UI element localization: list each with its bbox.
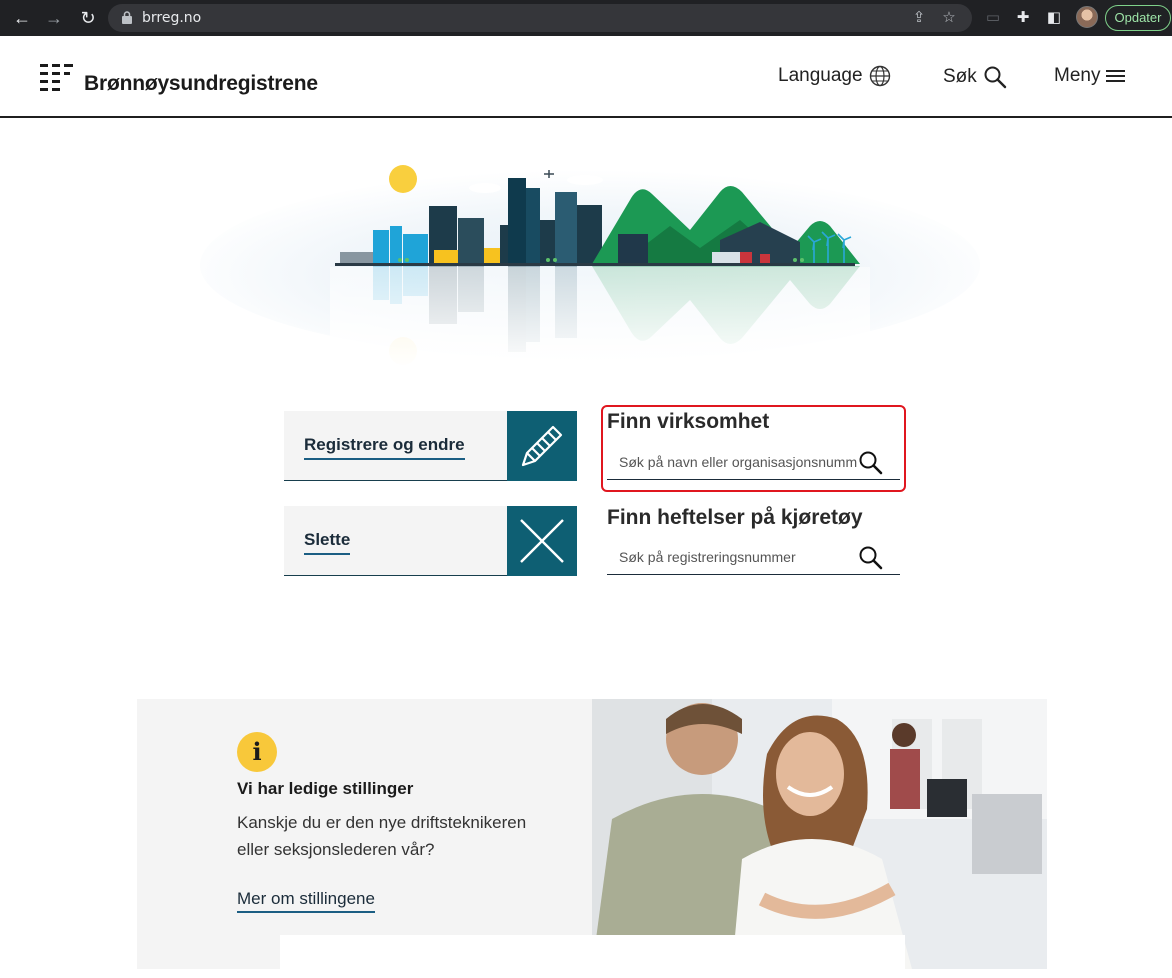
extension-icon[interactable]: ▭ (982, 7, 1004, 29)
jobs-body: Kanskje du er den nye driftsteknikeren e… (237, 813, 527, 859)
jobs-section: i Vi har ledige stillinger Kanskje du er… (137, 699, 1047, 969)
brreg-logo-icon[interactable] (40, 64, 74, 92)
sun-shape (389, 165, 417, 193)
more-about-jobs-link[interactable]: Mer om stillingene (237, 889, 375, 913)
delete-tile[interactable] (507, 506, 577, 576)
delete-link[interactable]: Slette (304, 530, 351, 555)
find-vehicle-liens-field (607, 541, 900, 575)
menu-button[interactable]: Meny (1054, 65, 1126, 87)
find-vehicle-liens-input[interactable] (607, 541, 857, 573)
side-panel-icon[interactable]: ◧ (1043, 7, 1065, 29)
jobs-panel: i Vi har ledige stillinger Kanskje du er… (137, 699, 593, 969)
site-header: Brønnøysundregistrene Language Søk Meny (0, 36, 1172, 118)
browser-toolbar: ← → ↻ brreg.no ⇪ ☆ ▭ ✚ ◧ Opdater (0, 0, 1172, 36)
globe-icon (869, 65, 890, 87)
share-icon[interactable]: ⇪ (910, 9, 928, 27)
back-arrow-icon[interactable]: ← (10, 6, 34, 30)
close-x-icon (520, 519, 564, 563)
address-bar[interactable]: brreg.no ⇪ ☆ (108, 4, 972, 32)
update-button[interactable]: Opdater (1105, 5, 1171, 31)
find-business-highlight (601, 405, 906, 492)
site-logo-text[interactable]: Brønnøysundregistrene (84, 72, 318, 96)
puzzle-icon[interactable]: ✚ (1012, 7, 1034, 29)
menu-label: Meny (1054, 65, 1101, 86)
search-icon (984, 66, 1006, 89)
register-and-change-link[interactable]: Registrere og endre (304, 435, 465, 460)
find-vehicle-liens-search-icon[interactable] (858, 545, 884, 571)
pencil-icon (521, 425, 563, 467)
hero-cityscape-illustration (200, 165, 980, 370)
header-search-button[interactable]: Søk (943, 65, 1007, 89)
register-and-change-card[interactable]: Registrere og endre (284, 411, 577, 481)
find-vehicle-liens-title: Finn heftelser på kjøretøy (607, 506, 863, 529)
content-card-top (280, 935, 905, 978)
forward-arrow-icon[interactable]: → (42, 6, 66, 30)
hamburger-menu-icon (1106, 70, 1126, 82)
bookmark-star-icon[interactable]: ☆ (940, 9, 958, 27)
search-label: Søk (943, 66, 977, 87)
lock-icon (122, 11, 132, 24)
office-people-photo (592, 699, 1047, 969)
language-button[interactable]: Language (778, 65, 891, 87)
profile-avatar[interactable] (1076, 6, 1098, 28)
url-text: brreg.no (142, 10, 202, 26)
info-icon: i (237, 732, 277, 772)
jobs-title: Vi har ledige stillinger (237, 779, 414, 798)
language-label: Language (778, 65, 863, 86)
delete-card[interactable]: Slette (284, 506, 577, 576)
pencil-tile[interactable] (507, 411, 577, 481)
reload-icon[interactable]: ↻ (76, 6, 100, 30)
